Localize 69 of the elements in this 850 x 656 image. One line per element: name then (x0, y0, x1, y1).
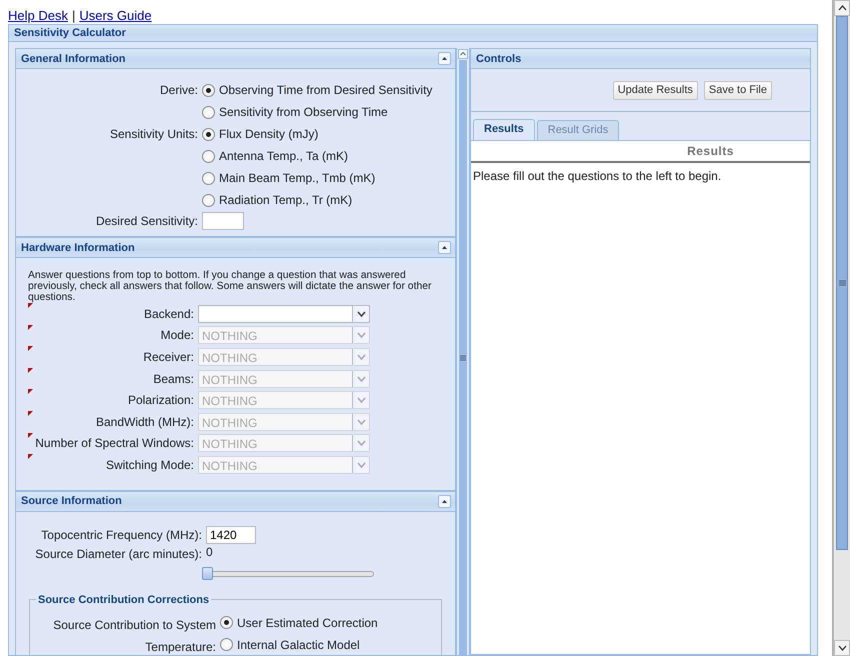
section-title: Hardware Information (21, 242, 135, 254)
field-label: Beams: (152, 372, 195, 386)
tab[interactable]: Results (473, 119, 535, 140)
tab[interactable]: Result Grids (536, 120, 620, 140)
collapse-icon[interactable] (438, 52, 451, 65)
radio-label: Sensitivity from Observing Time (219, 105, 388, 119)
required-mark-icon (28, 454, 33, 460)
diameter-slider[interactable] (202, 566, 374, 580)
radio-button[interactable] (220, 638, 233, 652)
field-label: Derive: (158, 82, 199, 99)
action-button[interactable]: Save to File (704, 80, 772, 100)
required-mark-icon (28, 389, 33, 394)
field-label: Topocentric Frequency (MHz): (40, 528, 203, 542)
radio-button[interactable] (202, 150, 215, 162)
group-title: Source Contribution Corrections (37, 594, 210, 606)
required-mark-icon (28, 346, 33, 352)
radio-label: Main Beam Temp., Tmb (mK) (219, 171, 376, 185)
required-mark-icon (28, 303, 33, 308)
page-scrollbar[interactable] (833, 0, 850, 656)
diameter-value: 0 (206, 544, 213, 559)
collapse-icon[interactable] (438, 241, 451, 254)
help-link[interactable]: Help Desk (8, 8, 68, 23)
field-label: Switching Mode: (104, 458, 195, 472)
required-mark-icon (28, 432, 33, 438)
panel-title: Sensitivity Calculator (14, 27, 126, 39)
field-label: Number of Spectral Windows: (34, 436, 195, 450)
radio-button[interactable] (202, 172, 215, 184)
required-mark-icon (28, 368, 33, 373)
field-label: Sensitivity Units: (108, 126, 199, 143)
collapse-icon[interactable] (458, 49, 468, 59)
field-label: Mode: (160, 328, 195, 342)
section-title: Controls (476, 52, 522, 64)
field-label: Backend: (142, 306, 195, 321)
section-title: General Information (21, 52, 126, 64)
radio-button[interactable] (202, 106, 215, 118)
radio-label: Flux Density (mJy) (219, 127, 318, 141)
slider-handle[interactable] (202, 566, 213, 580)
field-label: BandWidth (MHz): (94, 414, 195, 429)
collapse-icon[interactable] (438, 494, 451, 508)
action-button[interactable]: Update Results (612, 80, 698, 100)
required-mark-icon (28, 410, 33, 416)
field-label: Polarization: (126, 393, 195, 408)
instructions-text: Answer questions from top to bottom. If you change a question that was answered previously, check all answers that follow. Some answers will dictate the answer for other questions. (28, 270, 432, 303)
grip-icon (460, 354, 466, 360)
radio-label: Observing Time from Desired Sensitivity (219, 83, 432, 97)
field-label: Receiver: (142, 350, 195, 364)
radio-button[interactable] (220, 616, 233, 630)
field-label: Source Diameter (arc minutes): (34, 546, 203, 561)
radio-label: Internal Galactic Model (237, 638, 360, 652)
radio-button[interactable] (202, 84, 215, 96)
dropdown-field[interactable] (198, 304, 370, 323)
radio-label: Antenna Temp., Ta (mK) (219, 149, 348, 163)
field-label: Source Contribution to System Temperature: (52, 616, 217, 655)
results-message: Please fill out the questions to the left to begin. (473, 169, 722, 183)
required-mark-icon (28, 324, 33, 330)
link-separator: | (72, 8, 76, 23)
field-label: Desired Sensitivity: (94, 214, 199, 228)
sensitivity-input[interactable] (202, 212, 244, 230)
radio-button[interactable] (202, 128, 215, 140)
scroll-up-icon[interactable] (838, 5, 846, 11)
help-link[interactable]: Users Guide (79, 8, 152, 23)
frequency-input[interactable]: 1420 (206, 526, 256, 544)
section-title: Source Information (21, 495, 122, 508)
results-heading: Results (471, 141, 810, 163)
grip-icon (838, 280, 846, 286)
radio-button[interactable] (202, 194, 215, 206)
scroll-down-icon[interactable] (838, 645, 846, 651)
radio-label: Radiation Temp., Tr (mK) (219, 193, 352, 207)
radio-label: User Estimated Correction (237, 616, 378, 630)
